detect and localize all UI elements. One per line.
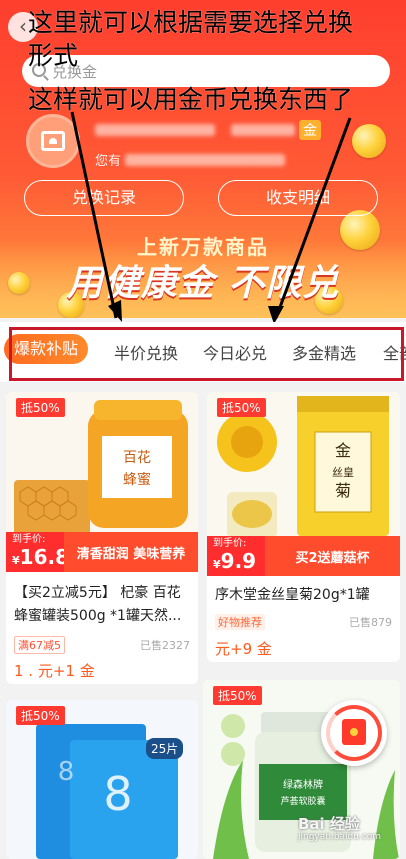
product-title: 序木堂金丝皇菊20g*1罐 [215,587,370,603]
price-value: ¥9.9 [213,550,259,576]
product-meta: 好物推荐 已售879 [215,614,392,630]
exchange-record-button[interactable]: 兑换记录 [24,180,184,216]
avatar[interactable] [26,114,80,168]
svg-text:绿森林牌: 绿森林牌 [283,778,323,791]
svg-text:芦荟软胶囊: 芦荟软胶囊 [280,795,325,807]
promo-text: 清香甜润 美味营养 [64,532,198,572]
currency-symbol: ¥ [12,554,20,567]
redacted-text [125,153,286,166]
exchange-price: 1 . 元+1 金 [14,662,95,680]
price-box: 到手价: ¥9.9 [207,536,265,576]
redacted-text [95,124,215,136]
product-card[interactable]: 百花 蜂蜜 抵50% 到手价: ¥16.8 清香甜润 美味营养 【买2立减5元】… [6,392,198,684]
tab-more-gold[interactable]: 多金精选 [292,340,356,364]
category-tabs: 爆款补贴 半价兑换 今日必兑 多金精选 全部 [0,322,406,382]
annotation-text: 形式 [28,41,79,70]
svg-text:百花: 百花 [123,450,151,466]
recommend-tag: 好物推荐 [215,614,265,630]
banner-title: 用健康金 不限兑 [66,263,340,304]
chevron-left-icon: ‹ [19,14,27,38]
tab-hot-subsidy[interactable]: 爆款补贴 [4,334,89,364]
price-box: 到手价: ¥16.8 [6,532,69,572]
price-number: 16.8 [19,545,70,569]
product-meta: 满67减5 已售2327 [14,636,190,654]
pack-count-badge: 25片 [146,738,184,759]
user-balance-row: 您有 [95,150,286,169]
red-packet-float-button[interactable] [321,700,387,766]
svg-text:蜂蜜: 蜂蜜 [123,472,151,488]
watermark: Bai 经验 jingyan.baidu.com [298,813,381,842]
price-number: 9.9 [220,549,257,573]
price-band: 到手价: ¥9.9 买2送蘑菇杯 [207,536,400,576]
user-name-row: 金 [95,120,325,140]
watermark-brand: Bai 经验 [298,815,360,833]
product-card[interactable]: 8 8 抵50% 25片 [6,700,198,859]
gold-label: 金 [299,120,321,140]
svg-text:金: 金 [335,441,351,460]
coupon-tag: 满67减5 [14,636,65,654]
sold-count: 已售879 [349,616,392,629]
redacted-text [231,124,295,136]
tab-today-must[interactable]: 今日必兑 [203,340,267,364]
annotation-text: 这里就可以根据需要选择兑换 [28,8,354,37]
red-envelope-icon [342,719,366,745]
discount-badge: 抵50% [217,398,266,417]
product-title: 【买2立减5元】 杞豪 百花蜂蜜罐装500g *1罐天然... [14,585,182,624]
price-band: 到手价: ¥16.8 清香甜润 美味营养 [6,532,198,572]
tab-all[interactable]: 全部 [383,340,406,364]
discount-badge: 抵50% [16,398,65,417]
svg-text:菊: 菊 [335,481,351,500]
discount-badge: 抵50% [16,706,65,725]
svg-text:8: 8 [103,767,132,821]
annotation-text: 这样就可以用金币兑换东西了 [28,85,354,114]
svg-text:丝皇: 丝皇 [332,465,354,479]
exchange-price: 元+9 金 [215,640,272,658]
tab-half-price[interactable]: 半价兑换 [114,340,178,364]
svg-text:8: 8 [58,757,75,787]
discount-badge: 抵50% [213,686,262,705]
coupon-icon [41,131,65,151]
promo-text: 买2送蘑菇杯 [265,536,400,576]
watermark-url: jingyan.baidu.com [298,832,382,842]
price-value: ¥16.8 [12,546,69,572]
sold-count: 已售2327 [140,639,190,652]
coin-decoration [352,124,386,158]
balance-prefix: 您有 [95,154,122,169]
income-detail-button[interactable]: 收支明细 [218,180,378,216]
currency-symbol: ¥ [213,558,221,571]
product-card[interactable]: 金 丝皇 菊 抵50% 到手价: ¥9.9 买2送蘑菇杯 序木堂金丝皇菊20g*… [207,392,400,662]
